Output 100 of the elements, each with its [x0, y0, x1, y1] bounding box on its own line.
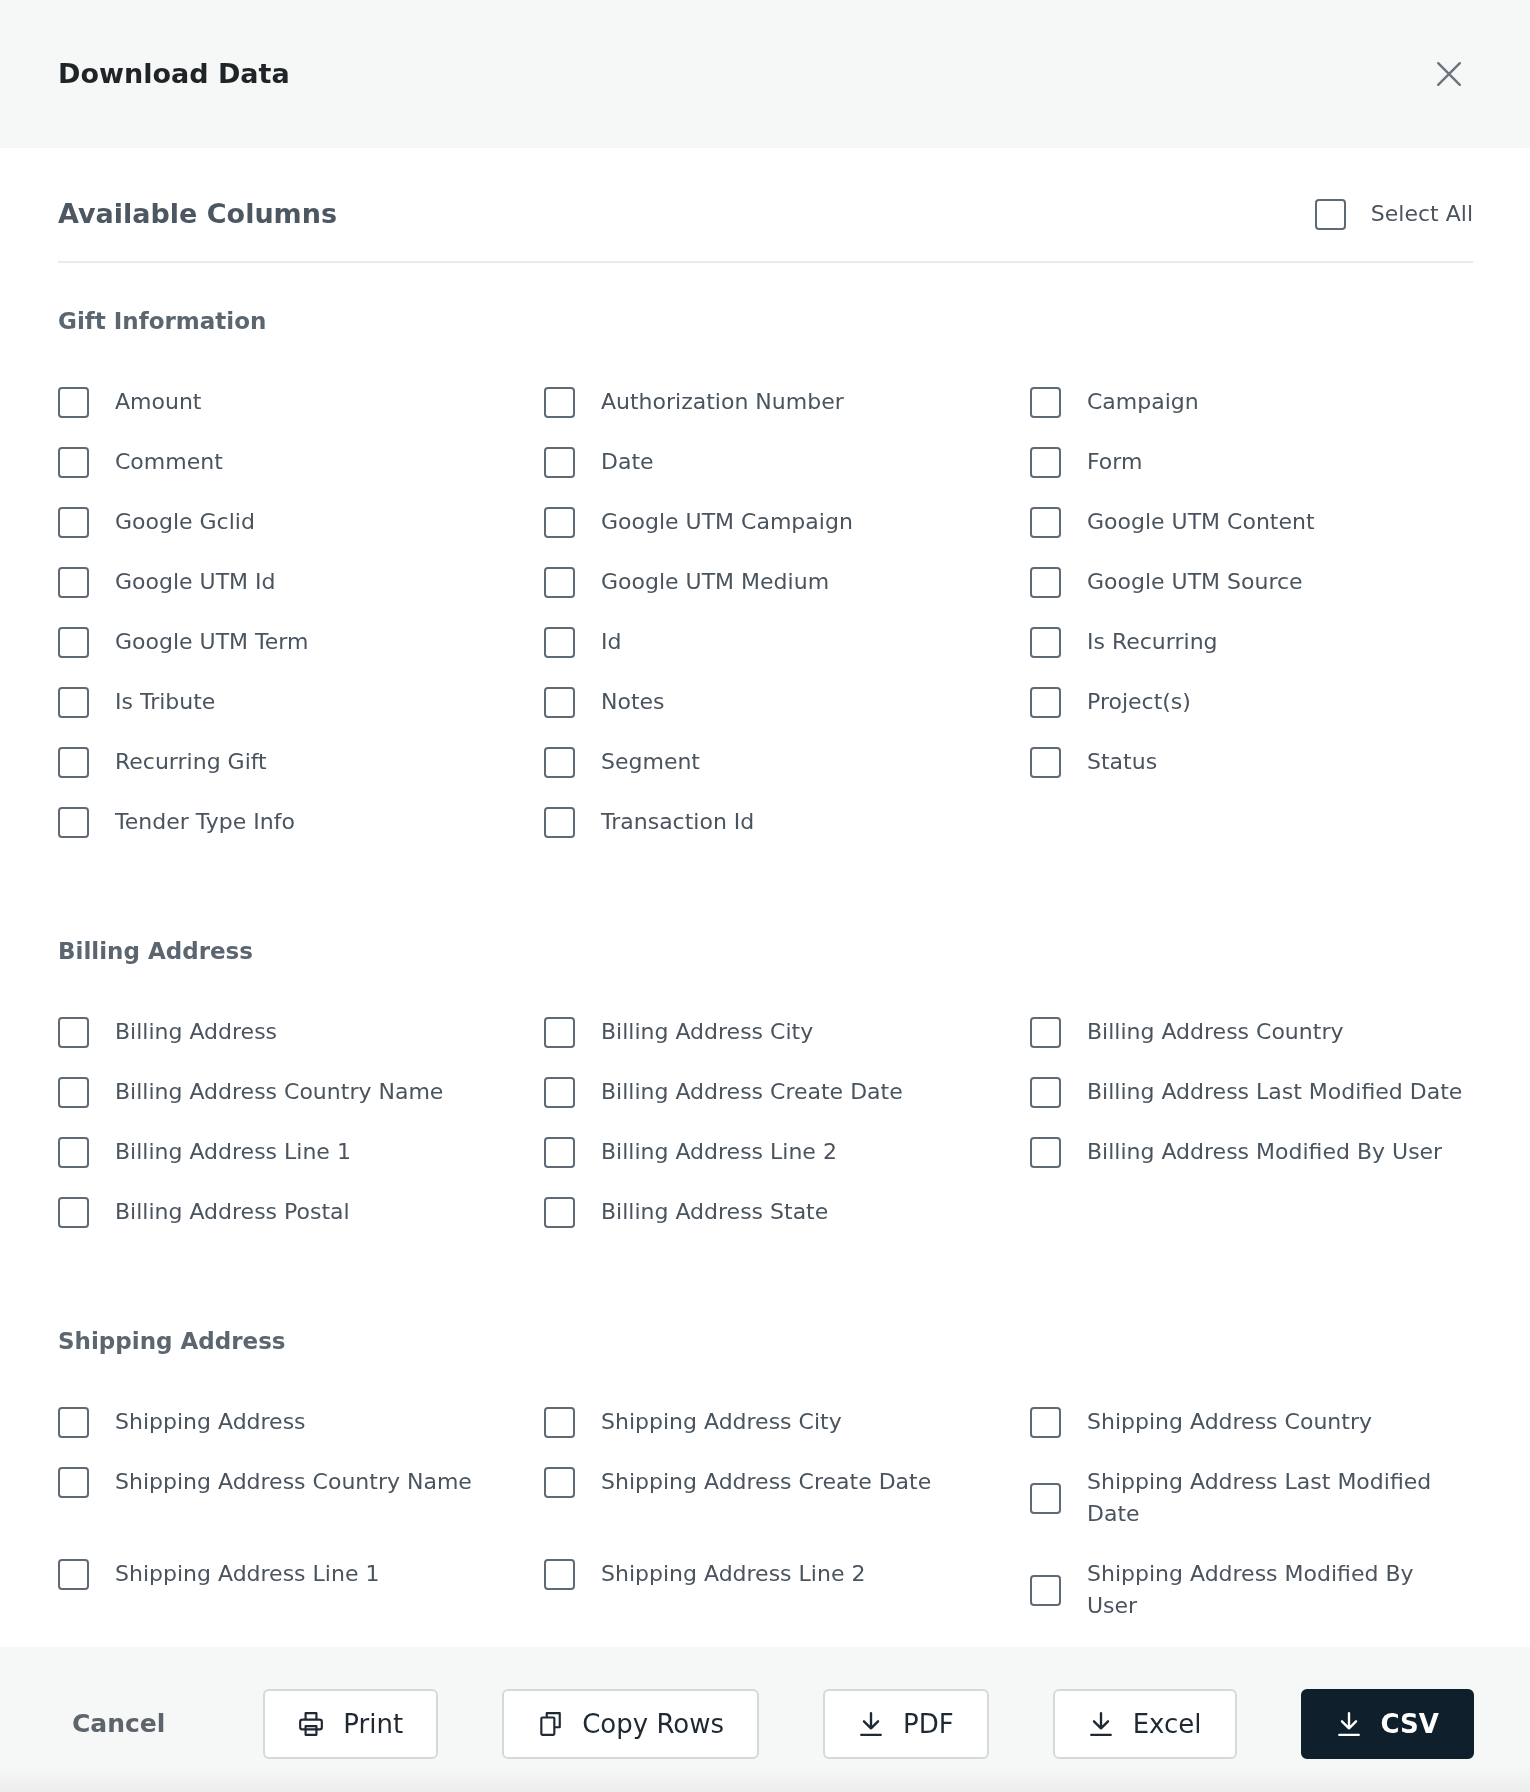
- checkbox[interactable]: [58, 686, 89, 718]
- checkbox[interactable]: [1030, 446, 1061, 478]
- checkbox[interactable]: [58, 1406, 89, 1438]
- checkbox[interactable]: [58, 1196, 89, 1228]
- checkbox[interactable]: [58, 1016, 89, 1048]
- checkbox[interactable]: [544, 1406, 575, 1438]
- checkbox[interactable]: [58, 1558, 89, 1590]
- checkbox[interactable]: [544, 1016, 575, 1048]
- column-option-label[interactable]: Shipping Address Country Name: [115, 1466, 472, 1498]
- column-option-label[interactable]: Shipping Address Create Date: [601, 1466, 932, 1498]
- column-option-label[interactable]: Billing Address Modified By User: [1087, 1136, 1443, 1168]
- column-option-label[interactable]: Form: [1087, 446, 1143, 478]
- column-option-label[interactable]: Shipping Address Country: [1087, 1406, 1372, 1438]
- download-button[interactable]: CSV: [1300, 1688, 1474, 1759]
- checkbox[interactable]: [544, 1196, 575, 1228]
- checkbox[interactable]: [544, 1558, 575, 1590]
- download-icon: [858, 1710, 884, 1737]
- checkbox[interactable]: [1030, 386, 1061, 418]
- column-option-label[interactable]: Billing Address Last Modified Date: [1087, 1076, 1463, 1108]
- checkbox[interactable]: [544, 806, 575, 838]
- column-option-label[interactable]: Google Gclid: [115, 506, 255, 538]
- column-option-label[interactable]: Google UTM Source: [1087, 566, 1303, 598]
- download-button[interactable]: Excel: [1052, 1688, 1237, 1759]
- checkbox[interactable]: [1030, 506, 1061, 538]
- checkbox[interactable]: [1030, 626, 1061, 658]
- column-option-label[interactable]: Billing Address Create Date: [601, 1076, 903, 1108]
- checkbox[interactable]: [544, 1076, 575, 1108]
- checkbox[interactable]: [1030, 1136, 1061, 1168]
- checkbox[interactable]: [1030, 1016, 1061, 1048]
- checkbox[interactable]: [544, 626, 575, 658]
- checkbox[interactable]: [58, 1466, 89, 1498]
- column-option-label[interactable]: Shipping Address City: [601, 1406, 842, 1438]
- column-option-label[interactable]: Notes: [601, 686, 665, 718]
- checkbox[interactable]: [58, 746, 89, 778]
- column-option-label[interactable]: Tender Type Info: [115, 806, 295, 838]
- column-option-label[interactable]: Is Recurring: [1087, 626, 1218, 658]
- checkbox[interactable]: [58, 506, 89, 538]
- column-option-label[interactable]: Shipping Address Line 1: [115, 1558, 380, 1590]
- checkbox[interactable]: [1030, 1574, 1061, 1606]
- download-button[interactable]: PDF: [823, 1688, 989, 1759]
- column-option-label[interactable]: Shipping Address Last Modified Date: [1087, 1466, 1470, 1530]
- checkbox[interactable]: [1314, 198, 1346, 230]
- column-option-label[interactable]: Google UTM Campaign: [601, 506, 853, 538]
- column-option-label[interactable]: Comment: [115, 446, 223, 478]
- select-all-label[interactable]: Select All: [1370, 198, 1473, 230]
- checkbox[interactable]: [58, 1136, 89, 1168]
- checkbox[interactable]: [544, 506, 575, 538]
- column-option-label[interactable]: Billing Address State: [601, 1196, 829, 1228]
- checkbox[interactable]: [544, 746, 575, 778]
- print-button[interactable]: Print: [263, 1688, 439, 1759]
- column-option-label[interactable]: Segment: [601, 746, 700, 778]
- checkbox[interactable]: [544, 686, 575, 718]
- column-option-label[interactable]: Shipping Address: [115, 1406, 306, 1438]
- copy-button[interactable]: Copy Rows: [502, 1688, 759, 1759]
- column-option-label[interactable]: Id: [601, 626, 622, 658]
- column-option-label[interactable]: Billing Address Country Name: [115, 1076, 444, 1108]
- column-option-label[interactable]: Amount: [115, 386, 202, 418]
- column-option-label[interactable]: Google UTM Content: [1087, 506, 1315, 538]
- checkbox[interactable]: [1030, 746, 1061, 778]
- column-option-label[interactable]: Google UTM Medium: [601, 566, 830, 598]
- column-option-label[interactable]: Shipping Address Line 2: [601, 1558, 866, 1590]
- checkbox[interactable]: [58, 626, 89, 658]
- column-option-label[interactable]: Shipping Address Modified By User: [1087, 1558, 1470, 1622]
- checkbox[interactable]: [1030, 686, 1061, 718]
- column-option-label[interactable]: Billing Address City: [601, 1016, 814, 1048]
- column-option-label[interactable]: Billing Address: [115, 1016, 278, 1048]
- checkbox[interactable]: [58, 806, 89, 838]
- checkbox[interactable]: [544, 1466, 575, 1498]
- checkbox[interactable]: [1030, 1076, 1061, 1108]
- column-option-label[interactable]: Authorization Number: [601, 386, 844, 418]
- column-option-label[interactable]: Transaction Id: [601, 806, 755, 838]
- checkbox[interactable]: [544, 446, 575, 478]
- checkbox[interactable]: [1030, 1482, 1061, 1514]
- cancel-button[interactable]: Cancel: [58, 1688, 180, 1759]
- checkbox[interactable]: [58, 446, 89, 478]
- column-option-label[interactable]: Campaign: [1087, 386, 1199, 418]
- close-icon[interactable]: [1436, 61, 1462, 87]
- column-option-label[interactable]: Project(s): [1087, 686, 1191, 718]
- column-option-label[interactable]: Status: [1087, 746, 1158, 778]
- column-option-label[interactable]: Date: [601, 446, 654, 478]
- column-option-label[interactable]: Google UTM Id: [115, 566, 276, 598]
- column-option-label[interactable]: Recurring Gift: [115, 746, 267, 778]
- checkbox[interactable]: [544, 386, 575, 418]
- column-option-label[interactable]: Is Tribute: [115, 686, 216, 718]
- checkbox[interactable]: [58, 1076, 89, 1108]
- column-option-label[interactable]: Billing Address Line 2: [601, 1136, 837, 1168]
- checkbox[interactable]: [1030, 1406, 1061, 1438]
- section-title: Gift Information: [58, 307, 267, 335]
- column-option-label[interactable]: Billing Address Line 1: [115, 1136, 351, 1168]
- printer-icon: [298, 1710, 325, 1737]
- column-option-label[interactable]: Billing Address Country: [1087, 1016, 1344, 1048]
- checkbox[interactable]: [1030, 566, 1061, 598]
- checkbox[interactable]: [544, 566, 575, 598]
- checkbox[interactable]: [58, 386, 89, 418]
- column-option-label[interactable]: Google UTM Term: [115, 626, 309, 658]
- section-title: Shipping Address: [58, 1327, 286, 1355]
- dialog-title: Download Data: [58, 58, 290, 90]
- checkbox[interactable]: [58, 566, 89, 598]
- checkbox[interactable]: [544, 1136, 575, 1168]
- column-option-label[interactable]: Billing Address Postal: [115, 1196, 350, 1228]
